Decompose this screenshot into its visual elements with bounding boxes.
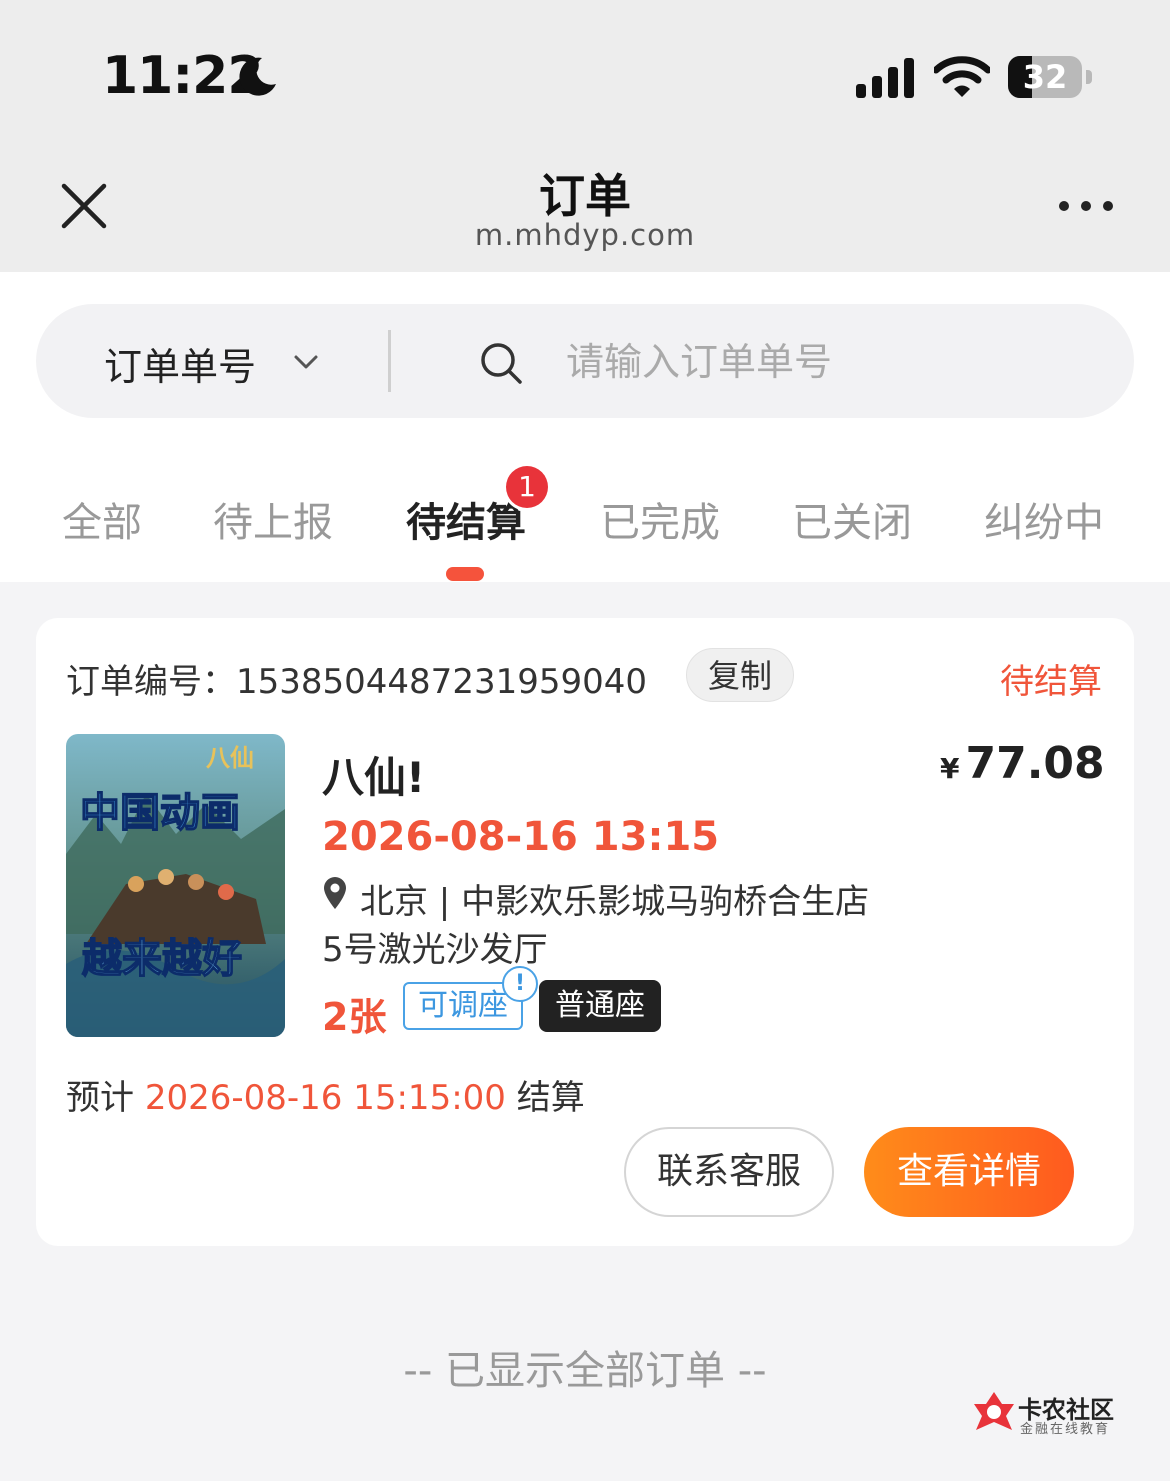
poster-top-text: 中国动画 (80, 790, 240, 836)
chevron-down-icon[interactable] (290, 348, 322, 376)
page-url: m.mhdyp.com (474, 218, 696, 252)
order-number-value: 1538504487231959040 (236, 662, 648, 702)
tab-disputed[interactable]: 纠纷中 (984, 490, 1104, 548)
ticket-count: 2张 (322, 995, 387, 1039)
order-number-label: 订单编号： (66, 662, 236, 702)
tab-badge: 1 (506, 466, 548, 508)
list-end-note: -- 已显示全部订单 -- (403, 1348, 767, 1394)
close-icon[interactable] (58, 180, 110, 232)
tab-all[interactable]: 全部 (62, 490, 142, 548)
tab-active-indicator (446, 567, 484, 581)
copy-button[interactable]: 复制 (686, 648, 794, 702)
location-pin-icon (324, 877, 346, 909)
poster-bottom-text: 越来越好 (82, 936, 242, 982)
view-details-button[interactable]: 查看详情 (864, 1127, 1074, 1217)
cellular-signal-icon (856, 58, 914, 98)
price-value: 77.08 (965, 738, 1105, 789)
search-type-select[interactable]: 订单单号 (104, 336, 256, 391)
poster-logo-text: 八仙 (206, 744, 254, 772)
page-title: 订单 (539, 169, 631, 223)
settle-suffix: 结算 (516, 1078, 585, 1118)
contact-support-button[interactable]: 联系客服 (624, 1127, 834, 1217)
hall-name: 5号激光沙发厅 (322, 930, 548, 970)
tab-pending-settlement[interactable]: 待结算 (406, 490, 526, 548)
watermark-logo-icon (974, 1392, 1014, 1430)
info-icon[interactable]: ! (502, 966, 538, 1002)
tab-closed[interactable]: 已关闭 (792, 490, 912, 548)
wifi-icon (934, 56, 990, 97)
watermark-subtitle: 金融在线教育 (1020, 1422, 1111, 1437)
battery-icon: 32 (1008, 56, 1092, 100)
movie-poster[interactable]: 八仙 中国动画 越来越好 (66, 734, 285, 1037)
status-badge: 待结算 (1000, 662, 1102, 702)
seat-type-tag: 普通座 (539, 980, 661, 1032)
currency-symbol: ¥ (940, 752, 960, 785)
cinema-name: 北京 | 中影欢乐影城马驹桥合生店 (360, 882, 870, 922)
search-input[interactable] (566, 330, 1086, 394)
more-icon[interactable] (1056, 194, 1116, 218)
search-icon (481, 343, 522, 384)
tab-completed[interactable]: 已完成 (600, 490, 720, 548)
settle-prefix: 预计 (66, 1078, 134, 1118)
search-divider (388, 330, 391, 392)
movie-title: 八仙! (322, 753, 426, 802)
tab-pending-report[interactable]: 待上报 (213, 490, 333, 548)
settlement-estimate: 预计 2026-08-16 15:15:00 结算 (66, 1070, 585, 1119)
order-price: ¥77.08 (940, 738, 1105, 789)
settle-time: 2026-08-16 15:15:00 (144, 1078, 506, 1118)
battery-percent: 32 (1022, 58, 1068, 96)
showtime: 2026-08-16 13:15 (322, 814, 720, 860)
moon-icon (239, 57, 276, 96)
order-number: 订单编号：1538504487231959040 (66, 654, 647, 703)
